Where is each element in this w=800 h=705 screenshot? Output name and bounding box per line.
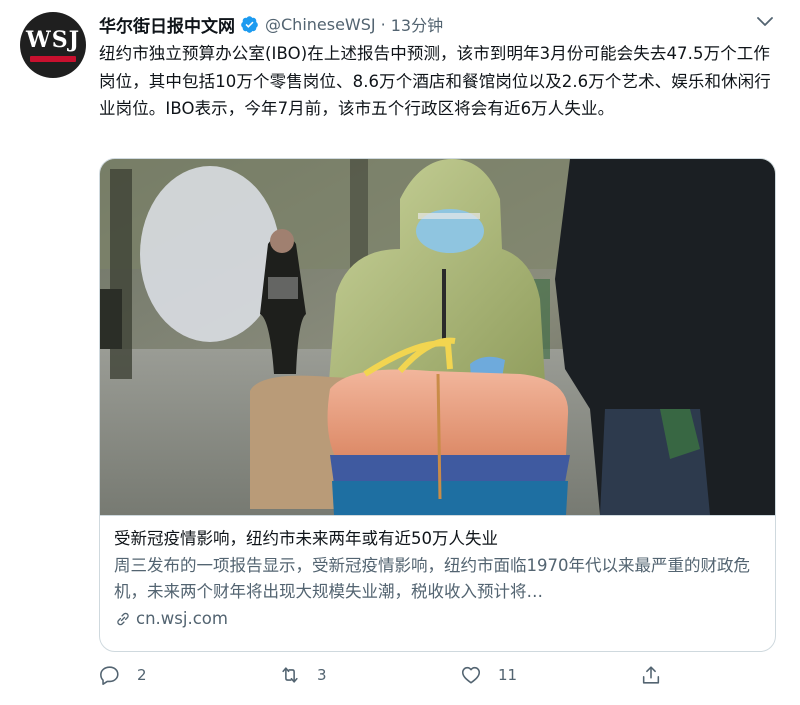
retweet-icon	[282, 667, 298, 683]
share-button[interactable]	[640, 664, 662, 686]
reply-icon	[100, 666, 119, 685]
retweet-button[interactable]: 3	[279, 664, 327, 686]
verified-badge-icon	[241, 15, 258, 33]
card-info: 受新冠疫情影响，纽约市未来两年或有近50万人失业 周三发布的一项报告显示，受新冠…	[100, 515, 775, 651]
tweet-header: 华尔街日报中文网 @ChineseWSJ · 13分钟	[99, 12, 443, 37]
separator-dot: ·	[380, 14, 386, 34]
tweet-actions: 2 3 11	[99, 664, 779, 690]
tweet-timestamp[interactable]: 13分钟	[391, 12, 443, 36]
reply-button[interactable]: 2	[99, 664, 147, 686]
wsj-logo-text: WSJ	[25, 26, 80, 53]
card-domain-text: cn.wsj.com	[136, 609, 228, 628]
card-title: 受新冠疫情影响，纽约市未来两年或有近50万人失业	[114, 529, 498, 548]
wsj-logo-bar	[30, 55, 76, 62]
card-description: 周三发布的一项报告显示，受新冠疫情影响，纽约市面临1970年代以来最严重的财政危…	[114, 556, 750, 601]
share-icon	[642, 666, 660, 684]
reply-count: 2	[137, 666, 147, 684]
like-icon	[461, 666, 481, 684]
avatar[interactable]: WSJ	[20, 12, 86, 78]
like-count: 11	[498, 666, 518, 684]
news-photo	[100, 159, 775, 515]
account-name[interactable]: 华尔街日报中文网	[99, 12, 235, 37]
account-handle[interactable]: @ChineseWSJ	[265, 15, 376, 34]
link-icon	[117, 612, 129, 625]
tweet-text: 纽约市独立预算办公室(IBO)在上述报告中预测，该市到明年3月份可能会失去47.…	[99, 44, 771, 118]
link-card[interactable]: 受新冠疫情影响，纽约市未来两年或有近50万人失业 周三发布的一项报告显示，受新冠…	[99, 158, 776, 652]
retweet-count: 3	[317, 666, 327, 684]
like-button[interactable]: 11	[460, 664, 517, 686]
chevron-down-icon[interactable]	[756, 15, 774, 29]
card-domain: cn.wsj.com	[114, 609, 763, 628]
